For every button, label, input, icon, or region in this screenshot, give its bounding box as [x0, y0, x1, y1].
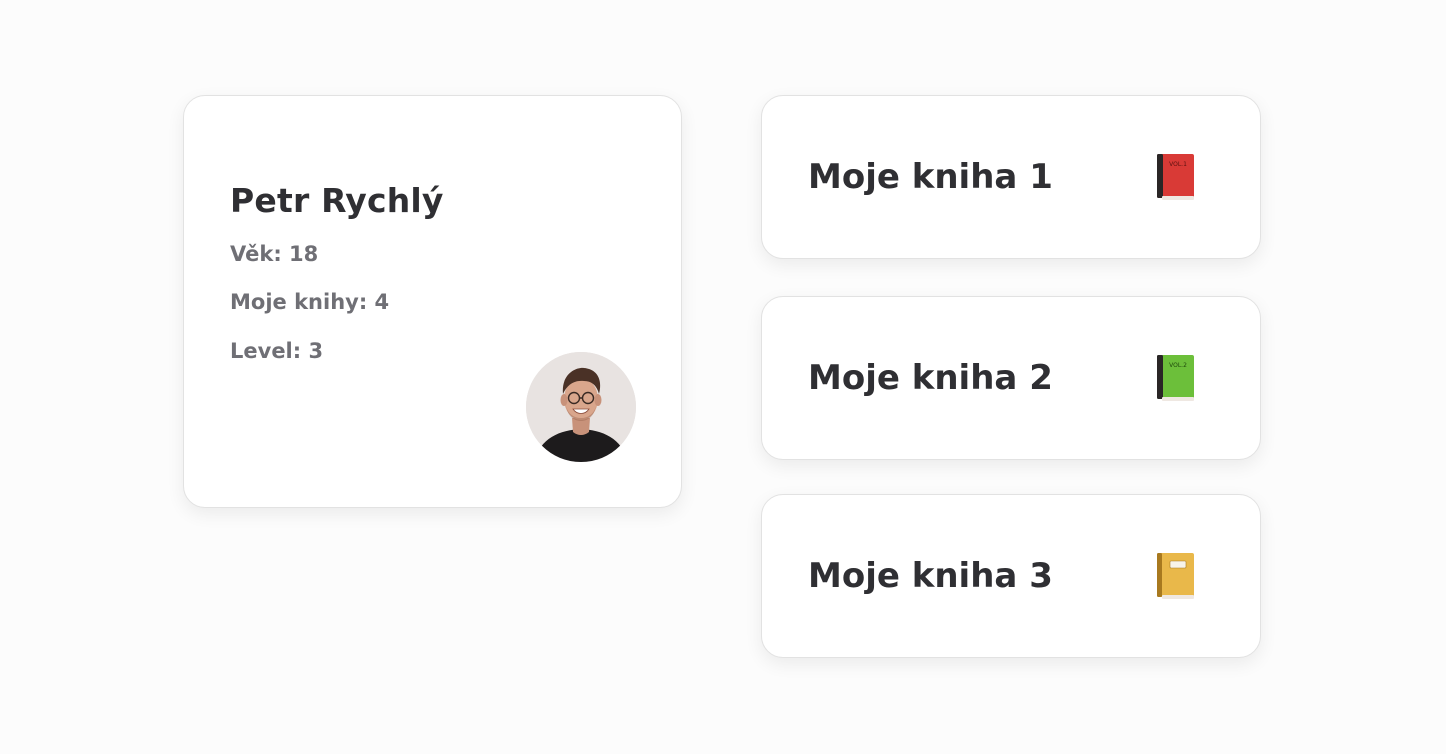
red-book-icon: VOL.1 [1154, 152, 1198, 202]
book-cover-text: VOL.2 [1169, 362, 1187, 369]
book-card-3[interactable]: Moje kniha 3 [761, 494, 1261, 658]
profile-age-label: Věk: [230, 242, 282, 266]
profile-age-value: 18 [289, 242, 319, 266]
green-book-icon: VOL.2 [1154, 353, 1198, 403]
profile-books-count: Moje knihy: 4 [230, 288, 389, 316]
book-title: Moje kniha 3 [808, 556, 1053, 596]
profile-level: Level: 3 [230, 337, 323, 365]
profile-card: Petr Rychlý Věk: 18 Moje knihy: 4 Level:… [183, 95, 682, 508]
book-cover-text: VOL.1 [1169, 161, 1187, 168]
profile-books-label: Moje knihy: [230, 290, 368, 314]
yellow-notebook-icon [1154, 551, 1198, 601]
profile-level-value: 3 [308, 339, 324, 363]
profile-name: Petr Rychlý [230, 181, 444, 220]
page: Petr Rychlý Věk: 18 Moje knihy: 4 Level:… [0, 0, 1446, 754]
book-title: Moje kniha 2 [808, 358, 1053, 398]
book-title: Moje kniha 1 [808, 157, 1053, 197]
avatar [526, 352, 636, 462]
profile-books-value: 4 [374, 290, 390, 314]
book-card-2[interactable]: Moje kniha 2 VOL.2 [761, 296, 1261, 460]
profile-level-label: Level: [230, 339, 302, 363]
book-card-1[interactable]: Moje kniha 1 VOL.1 [761, 95, 1261, 259]
profile-age: Věk: 18 [230, 240, 318, 268]
